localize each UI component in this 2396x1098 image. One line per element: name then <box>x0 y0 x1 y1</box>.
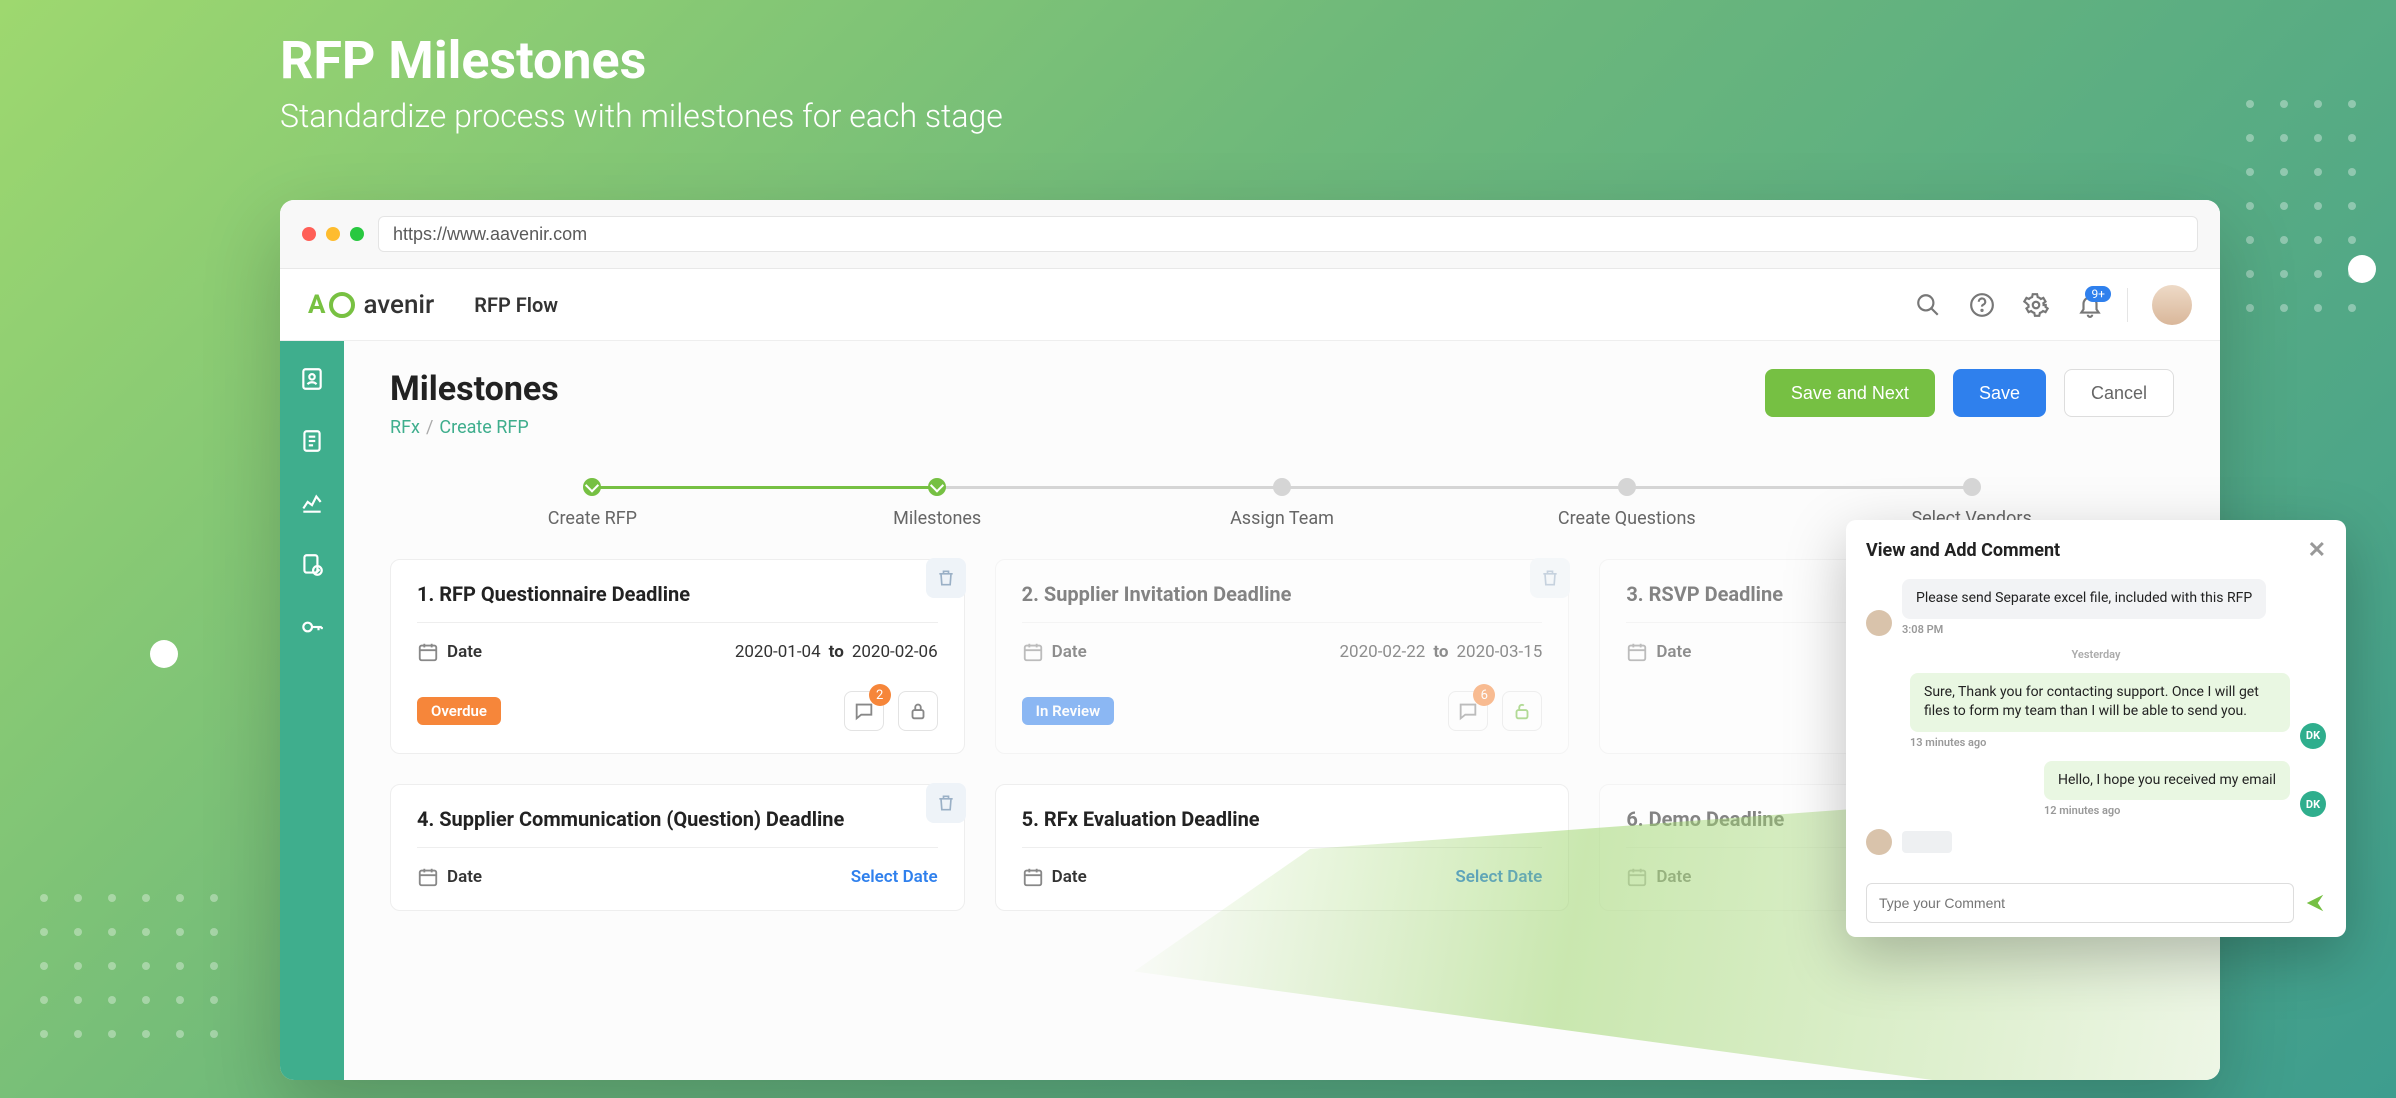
comment-panel: View and Add Comment ✕ Please send Separ… <box>1846 520 2346 937</box>
browser-urlbar <box>280 200 2220 269</box>
comment-avatar <box>1866 610 1892 636</box>
select-date-link[interactable]: Select Date <box>1455 867 1542 887</box>
sidebar-key-icon[interactable] <box>298 613 326 641</box>
milestone-card: 4. Supplier Communication (Question) Dea… <box>390 784 965 911</box>
brand-name: avenir <box>363 290 434 320</box>
page-title: Milestones <box>390 369 559 409</box>
app-topbar: Aavenir RFP Flow 9+ <box>280 269 2220 341</box>
unlock-icon[interactable] <box>1502 691 1542 731</box>
left-sidebar <box>280 341 344 1080</box>
comments-icon[interactable]: 2 <box>844 691 884 731</box>
sidebar-contact-icon[interactable] <box>298 365 326 393</box>
brand-letter: A <box>308 290 325 320</box>
delete-milestone-icon[interactable] <box>926 558 966 598</box>
breadcrumb[interactable]: RFx/Create RFP <box>390 417 559 438</box>
date-label: Date <box>447 642 482 662</box>
save-and-next-button[interactable]: Save and Next <box>1765 369 1935 417</box>
comments-icon[interactable]: 6 <box>1448 691 1488 731</box>
select-date-link[interactable]: Select Date <box>851 867 938 887</box>
hero-title: RFP Milestones <box>280 30 1003 91</box>
comment-count-badge: 2 <box>869 684 891 706</box>
minimize-window-icon[interactable] <box>326 227 340 241</box>
search-icon[interactable] <box>1915 292 1941 318</box>
step-create-rfp[interactable]: Create RFP <box>420 478 765 529</box>
decorative-dot <box>2348 255 2376 283</box>
user-avatar[interactable] <box>2152 285 2192 325</box>
divider <box>2127 288 2128 322</box>
date-from: 2020-01-04 <box>735 642 821 662</box>
save-button[interactable]: Save <box>1953 369 2046 417</box>
milestone-title: 1. RFP Questionnaire Deadline <box>417 582 938 623</box>
comment-message: Please send Separate excel file, include… <box>1902 579 2266 619</box>
milestone-title: 5. RFx Evaluation Deadline <box>1022 807 1543 848</box>
close-window-icon[interactable] <box>302 227 316 241</box>
comment-avatar: DK <box>2300 723 2326 749</box>
delete-milestone-icon[interactable] <box>926 783 966 823</box>
comment-avatar: DK <box>2300 791 2326 817</box>
window-controls[interactable] <box>302 227 364 241</box>
send-icon[interactable] <box>2304 892 2326 914</box>
delete-milestone-icon[interactable] <box>1530 558 1570 598</box>
hero-copy: RFP Milestones Standardize process with … <box>280 30 1003 135</box>
day-separator: Yesterday <box>1866 648 2326 661</box>
sidebar-analytics-icon[interactable] <box>298 489 326 517</box>
brand-logo[interactable]: Aavenir <box>308 290 434 320</box>
milestone-card: 2. Supplier Invitation Deadline Date 202… <box>995 559 1570 754</box>
comment-message: Hello, I hope you received my email <box>2044 761 2290 801</box>
decorative-dots <box>40 894 218 1038</box>
milestone-title: 2. Supplier Invitation Deadline <box>1022 582 1543 623</box>
cancel-button[interactable]: Cancel <box>2064 369 2174 417</box>
comment-input[interactable] <box>1866 883 2294 923</box>
status-badge: Overdue <box>417 697 501 725</box>
brand-ring-icon <box>329 292 355 318</box>
status-badge: In Review <box>1022 697 1114 725</box>
notifications-icon[interactable]: 9+ <box>2077 292 2103 318</box>
decorative-dots <box>2246 100 2356 312</box>
sidebar-report-icon[interactable] <box>298 551 326 579</box>
maximize-window-icon[interactable] <box>350 227 364 241</box>
milestone-title: 4. Supplier Communication (Question) Dea… <box>417 807 938 848</box>
milestone-card: 5. RFx Evaluation Deadline Date Select D… <box>995 784 1570 911</box>
lock-icon[interactable] <box>898 691 938 731</box>
comment-time: 12 minutes ago <box>2044 804 2290 817</box>
help-icon[interactable] <box>1969 292 1995 318</box>
settings-icon[interactable] <box>2023 292 2049 318</box>
breadcrumb-current[interactable]: Create RFP <box>439 417 528 438</box>
comment-avatar <box>1866 829 1892 855</box>
hero-subtitle: Standardize process with milestones for … <box>280 97 1003 135</box>
typing-indicator <box>1902 831 1952 853</box>
date-to: 2020-02-06 <box>852 642 938 662</box>
sidebar-document-icon[interactable] <box>298 427 326 455</box>
close-icon[interactable]: ✕ <box>2308 538 2326 563</box>
app-name: RFP Flow <box>474 293 558 317</box>
comment-message: Sure, Thank you for contacting support. … <box>1910 673 2290 732</box>
notification-badge: 9+ <box>2085 286 2111 302</box>
decorative-dot <box>150 640 178 668</box>
comment-time: 3:08 PM <box>1902 623 2266 636</box>
address-bar[interactable] <box>378 216 2198 252</box>
comment-panel-title: View and Add Comment <box>1866 540 2060 561</box>
milestone-card: 1. RFP Questionnaire Deadline Date 2020-… <box>390 559 965 754</box>
comment-time: 13 minutes ago <box>1910 736 2290 749</box>
breadcrumb-root[interactable]: RFx <box>390 417 420 438</box>
